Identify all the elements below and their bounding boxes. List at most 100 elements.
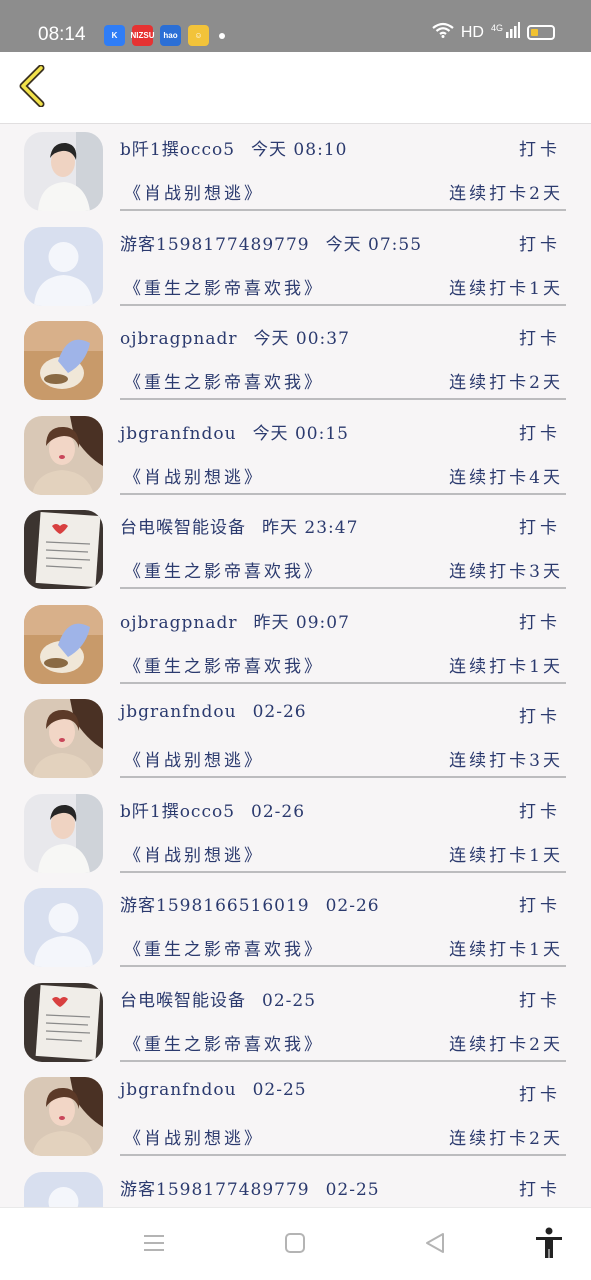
- book-title[interactable]: 《重生之影帝喜欢我》: [124, 368, 324, 393]
- feed-row-header: jbgranfndou 02-26: [120, 702, 307, 722]
- checkin-label: 打卡: [519, 990, 561, 1011]
- avatar[interactable]: [24, 132, 103, 211]
- checkin-label: 打卡: [519, 896, 561, 916]
- streak-count: 连续打卡1天: [449, 940, 563, 960]
- timestamp: 今天 08:10: [251, 140, 348, 160]
- avatar[interactable]: [24, 699, 103, 778]
- username[interactable]: 游客1598177489779: [120, 235, 310, 255]
- feed-row[interactable]: jbgranfndou 02-25 打卡 《肖战别想逃》 连续打卡2天: [0, 1070, 591, 1165]
- streak-count: 连续打卡2天: [449, 1129, 563, 1149]
- book-title[interactable]: 《肖战别想逃》: [124, 841, 264, 866]
- feed-row[interactable]: jbgranfndou 02-26 打卡 《肖战别想逃》 连续打卡3天: [0, 692, 591, 787]
- checkin-label: 打卡: [519, 423, 561, 444]
- avatar[interactable]: [24, 982, 103, 1062]
- username[interactable]: ojbragpnadr: [120, 613, 238, 633]
- book-title[interactable]: 《肖战别想逃》: [124, 746, 264, 771]
- book-title[interactable]: 《重生之影帝喜欢我》: [124, 652, 324, 677]
- streak-count: 连续打卡2天: [449, 1034, 563, 1055]
- notification-app-icons: K NIZSU hao ☺: [104, 25, 225, 46]
- feed-row-header: ojbragpnadr 昨天 09:07: [120, 608, 350, 633]
- timestamp: 02-25: [262, 990, 317, 1011]
- feed-row-header: 游客1598166516019 02-26: [120, 891, 380, 916]
- accessibility-icon: [534, 1227, 564, 1263]
- feed-row[interactable]: jbgranfndou 今天 00:15 打卡 《肖战别想逃》 连续打卡4天: [0, 409, 591, 504]
- home-button[interactable]: [278, 1228, 312, 1262]
- timestamp: 昨天 09:07: [253, 612, 350, 633]
- book-title[interactable]: 《重生之影帝喜欢我》: [124, 557, 324, 582]
- book-title[interactable]: 《肖战别想逃》: [124, 463, 264, 488]
- checkin-label: 打卡: [519, 329, 561, 349]
- avatar[interactable]: [24, 226, 103, 306]
- feed-row[interactable]: 台电喉智能设备 昨天 23:47 打卡 《重生之影帝喜欢我》 连续打卡3天: [0, 503, 591, 598]
- streak-count: 连续打卡1天: [449, 656, 563, 677]
- top-bar: [0, 52, 591, 124]
- avatar[interactable]: [24, 793, 103, 873]
- username[interactable]: jbgranfndou: [120, 702, 237, 722]
- book-title[interactable]: 《肖战别想逃》: [124, 1124, 264, 1149]
- timestamp: 02-25: [325, 1179, 380, 1200]
- more-notifications-dot: [219, 32, 225, 39]
- feed-row-header: 游客1598177489779 02-25: [120, 1175, 380, 1200]
- book-title[interactable]: 《重生之影帝喜欢我》: [124, 274, 324, 299]
- status-time: 08:14: [38, 24, 86, 45]
- username[interactable]: 台电喉智能设备: [120, 991, 246, 1011]
- timestamp: 昨天 23:47: [262, 518, 359, 538]
- streak-count: 连续打卡1天: [449, 845, 563, 866]
- streak-count: 连续打卡2天: [449, 184, 563, 204]
- feed-row-header: jbgranfndou 今天 00:15: [120, 419, 349, 444]
- timestamp: 今天 00:15: [252, 423, 349, 444]
- username[interactable]: jbgranfndou: [120, 1080, 237, 1100]
- feed-row[interactable]: b阡1撰occo5 02-26 打卡 《肖战别想逃》 连续打卡1天: [0, 787, 591, 882]
- avatar[interactable]: [24, 510, 103, 589]
- network-gen-label: 4G: [490, 23, 503, 33]
- feed-row[interactable]: b阡1撰occo5 今天 08:10 打卡 《肖战别想逃》 连续打卡2天: [0, 125, 591, 220]
- streak-count: 连续打卡3天: [449, 751, 563, 771]
- battery-icon: [527, 25, 555, 40]
- feed-row[interactable]: ojbragpnadr 昨天 09:07 打卡《重生之影帝喜欢我》 连续打卡1天: [0, 598, 591, 693]
- chevron-left-icon: [17, 64, 47, 111]
- checkin-feed: b阡1撰occo5 今天 08:10 打卡 《肖战别想逃》 连续打卡2天 游客159817…: [0, 125, 591, 1207]
- username[interactable]: 游客1598166516019: [120, 896, 310, 916]
- avatar[interactable]: [24, 888, 103, 967]
- username[interactable]: ojbragpnadr: [120, 329, 238, 349]
- home-square-icon: [284, 1232, 306, 1258]
- username[interactable]: 游客1598177489779: [120, 1180, 310, 1200]
- divider: [120, 587, 566, 589]
- feed-row[interactable]: 游客1598177489779 今天 07:55 打卡 《重生之影帝喜欢我》 连续打卡1…: [0, 220, 591, 315]
- feed-row[interactable]: 游客1598166516019 02-26 打卡《重生之影帝喜欢我》 连续打卡1天: [0, 881, 591, 976]
- avatar[interactable]: [24, 415, 103, 495]
- timestamp: 02-26: [252, 702, 307, 722]
- feed-row[interactable]: 游客1598177489779 02-25 打卡: [0, 1165, 591, 1207]
- avatar[interactable]: [24, 604, 103, 684]
- app-k-icon: K: [104, 25, 125, 46]
- divider: [120, 965, 566, 967]
- menu-button[interactable]: [137, 1228, 171, 1262]
- feed-row[interactable]: ojbragpnadr 今天 00:37 打卡 《重生之影帝喜欢我》 连续打卡2天: [0, 314, 591, 409]
- divider: [120, 492, 566, 495]
- avatar[interactable]: [24, 1077, 103, 1156]
- avatar[interactable]: [24, 321, 103, 400]
- book-title[interactable]: 《重生之影帝喜欢我》: [124, 935, 324, 960]
- back-button[interactable]: [10, 64, 54, 112]
- book-title[interactable]: 《肖战别想逃》: [124, 179, 264, 204]
- book-title[interactable]: 《重生之影帝喜欢我》: [124, 1030, 324, 1055]
- feed-row-header: 游客1598177489779 今天 07:55: [120, 230, 422, 255]
- accessibility-button[interactable]: [532, 1227, 566, 1263]
- divider: [120, 776, 566, 778]
- feed-row[interactable]: 台电喉智能设备 02-25 打卡《重生之影帝喜欢我》 连续打卡2天: [0, 976, 591, 1071]
- timestamp: 02-25: [252, 1080, 307, 1100]
- username[interactable]: b阡1撰occo5: [120, 802, 235, 822]
- timestamp: 今天 07:55: [325, 234, 423, 255]
- divider: [120, 209, 566, 211]
- username[interactable]: 台电喉智能设备: [120, 518, 246, 538]
- checkin-label: 打卡: [519, 612, 561, 633]
- checkin-label: 打卡: [519, 518, 561, 538]
- checkin-label: 打卡: [519, 234, 561, 255]
- avatar[interactable]: [24, 1171, 103, 1207]
- username[interactable]: b阡1撰occo5: [120, 140, 235, 160]
- back-nav-button[interactable]: [418, 1228, 452, 1262]
- status-bar: 08:14 K NIZSU hao ☺ HD 4G: [0, 0, 591, 52]
- username[interactable]: jbgranfndou: [120, 424, 237, 444]
- divider: [120, 398, 566, 400]
- feed-row-header: ojbragpnadr 今天 00:37: [120, 324, 350, 349]
